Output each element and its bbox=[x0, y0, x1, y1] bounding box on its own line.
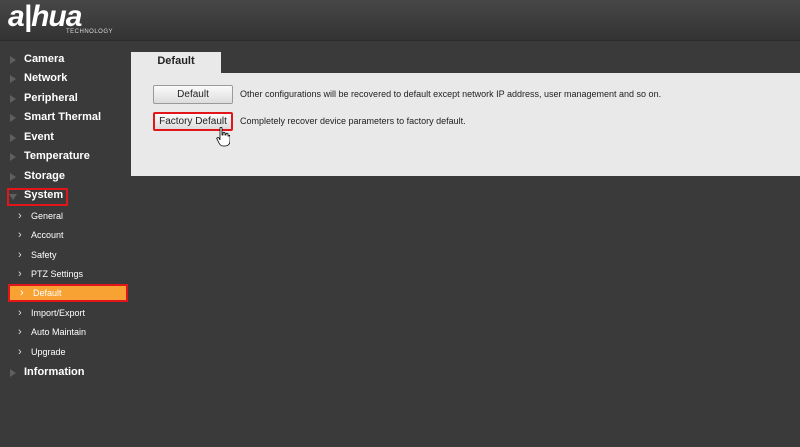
app-header: a|hua TECHNOLOGY bbox=[0, 0, 800, 41]
chevron-right-icon: › bbox=[18, 307, 22, 319]
triangle-right-icon bbox=[10, 114, 16, 122]
tab-default[interactable]: Default bbox=[131, 52, 221, 73]
chevron-right-icon: › bbox=[18, 229, 22, 241]
logo-subtext: TECHNOLOGY bbox=[66, 29, 114, 35]
content-area: Default Default Other configurations wil… bbox=[131, 52, 800, 176]
chevron-right-icon: › bbox=[18, 346, 22, 358]
triangle-right-icon bbox=[10, 75, 16, 83]
sidebar-subitem-default[interactable]: › Default bbox=[8, 284, 128, 302]
chevron-right-icon: › bbox=[20, 287, 24, 299]
factory-default-description: Completely recover device parameters to … bbox=[240, 116, 466, 126]
chevron-right-icon: › bbox=[18, 326, 22, 338]
triangle-right-icon bbox=[10, 56, 16, 64]
chevron-right-icon: › bbox=[18, 210, 22, 222]
triangle-right-icon bbox=[10, 173, 16, 181]
sidebar: Camera Network Peripheral Smart Thermal … bbox=[0, 44, 132, 447]
chevron-right-icon: › bbox=[18, 249, 22, 261]
triangle-right-icon bbox=[10, 153, 16, 161]
system-highlight-box bbox=[7, 188, 68, 206]
tab-bar: Default bbox=[131, 52, 800, 73]
triangle-right-icon bbox=[10, 134, 16, 142]
default-button[interactable]: Default bbox=[153, 85, 233, 104]
default-description: Other configurations will be recovered t… bbox=[240, 89, 662, 99]
triangle-right-icon bbox=[10, 369, 16, 377]
default-panel: Default Other configurations will be rec… bbox=[131, 73, 800, 176]
triangle-right-icon bbox=[10, 95, 16, 103]
dahua-logo: a|hua TECHNOLOGY bbox=[8, 0, 128, 38]
hand-cursor-icon bbox=[216, 127, 230, 147]
chevron-right-icon: › bbox=[18, 268, 22, 280]
